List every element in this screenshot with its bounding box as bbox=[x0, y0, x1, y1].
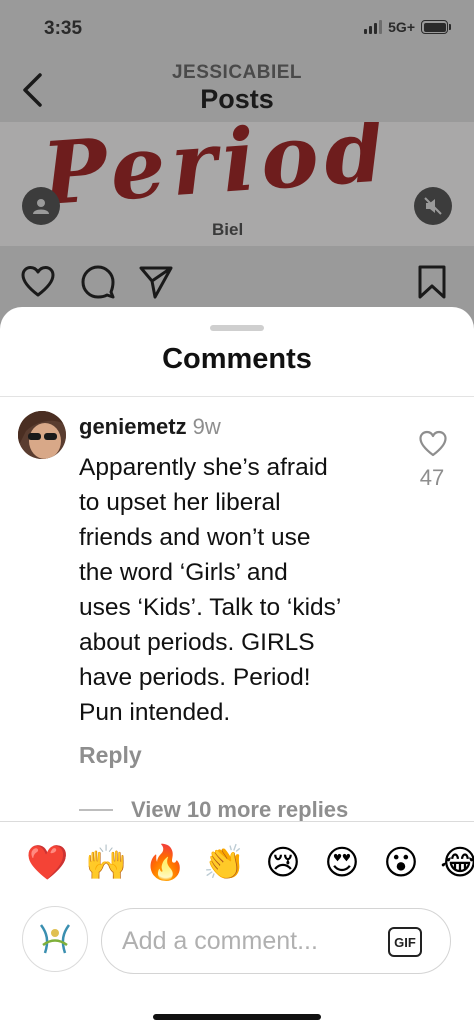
status-indicators: 5G+ bbox=[364, 19, 451, 35]
comment-icon[interactable] bbox=[80, 264, 116, 300]
status-bar: 3:35 5G+ bbox=[0, 0, 474, 60]
profile-username: JESSICABIEL bbox=[171, 62, 303, 83]
bookmark-icon[interactable] bbox=[414, 264, 450, 300]
battery-icon bbox=[421, 20, 451, 34]
post-image-caption: Biel bbox=[212, 220, 244, 239]
reply-button[interactable]: Reply bbox=[79, 742, 142, 769]
comment-item: geniemetz 9w Apparently she’s afraid to u… bbox=[0, 397, 474, 822]
gif-button[interactable]: GIF bbox=[388, 927, 422, 957]
comment-input-placeholder: Add a comment... bbox=[122, 926, 318, 955]
view-replies-label: View 10 more replies bbox=[131, 797, 349, 822]
comment-like-count: 47 bbox=[419, 465, 445, 490]
current-user-avatar bbox=[22, 906, 88, 972]
tagged-users-button[interactable] bbox=[22, 187, 60, 225]
comment-text: Apparently she’s afraid to upset her lib… bbox=[79, 454, 342, 726]
status-time: 3:35 bbox=[44, 18, 83, 39]
comment-input[interactable]: Add a comment... GIF bbox=[101, 908, 451, 974]
emoji-tears-of-joy[interactable]: 😂 bbox=[439, 842, 474, 884]
avatar-photo bbox=[18, 411, 66, 459]
comments-sheet: Comments geniemetz 9w Apparently she’s af… bbox=[0, 307, 474, 1026]
speaker-muted-icon bbox=[424, 197, 442, 215]
emoji-surprised-face[interactable]: 😮 bbox=[380, 842, 422, 884]
heart-icon[interactable] bbox=[20, 264, 56, 300]
comment-composer: ❤️ 🙌 🔥 👏 😢 😍 😮 😂 Add a comment... GIF bbox=[0, 821, 474, 1026]
post-image[interactable]: Period Biel bbox=[0, 122, 474, 246]
avatar[interactable] bbox=[18, 411, 66, 459]
emoji-clapping-hands[interactable]: 👏 bbox=[203, 842, 245, 884]
comment-username[interactable]: geniemetz 9w bbox=[79, 414, 221, 440]
emoji-heart-eyes[interactable]: 😍 bbox=[321, 842, 363, 884]
mute-button[interactable] bbox=[414, 187, 452, 225]
comment-timestamp: 9w bbox=[192, 414, 221, 439]
emoji-raised-hands[interactable]: 🙌 bbox=[85, 842, 127, 884]
post-actions bbox=[0, 246, 474, 316]
view-replies-button[interactable]: View 10 more replies bbox=[79, 797, 348, 823]
home-indicator[interactable] bbox=[153, 1014, 321, 1020]
comment-author[interactable]: geniemetz bbox=[79, 414, 187, 439]
sheet-grabber[interactable] bbox=[210, 325, 264, 331]
top-nav: JESSICABIEL Posts bbox=[0, 60, 474, 120]
page-title: Posts bbox=[200, 84, 274, 114]
quick-emoji-row: ❤️ 🙌 🔥 👏 😢 😍 😮 😂 bbox=[26, 842, 474, 884]
emoji-fire[interactable]: 🔥 bbox=[144, 842, 186, 884]
emoji-crying-face[interactable]: 😢 bbox=[262, 842, 304, 884]
post-image-text: Period bbox=[38, 122, 394, 226]
view-replies-line bbox=[79, 809, 113, 811]
avatar-logo bbox=[39, 924, 71, 954]
signal-icon bbox=[364, 20, 383, 34]
comment-like-heart-icon[interactable] bbox=[418, 429, 448, 459]
network-label: 5G+ bbox=[388, 19, 415, 35]
person-icon bbox=[33, 199, 49, 214]
comments-title: Comments bbox=[162, 343, 312, 375]
share-icon[interactable] bbox=[138, 264, 174, 300]
emoji-heart[interactable]: ❤️ bbox=[26, 842, 68, 884]
